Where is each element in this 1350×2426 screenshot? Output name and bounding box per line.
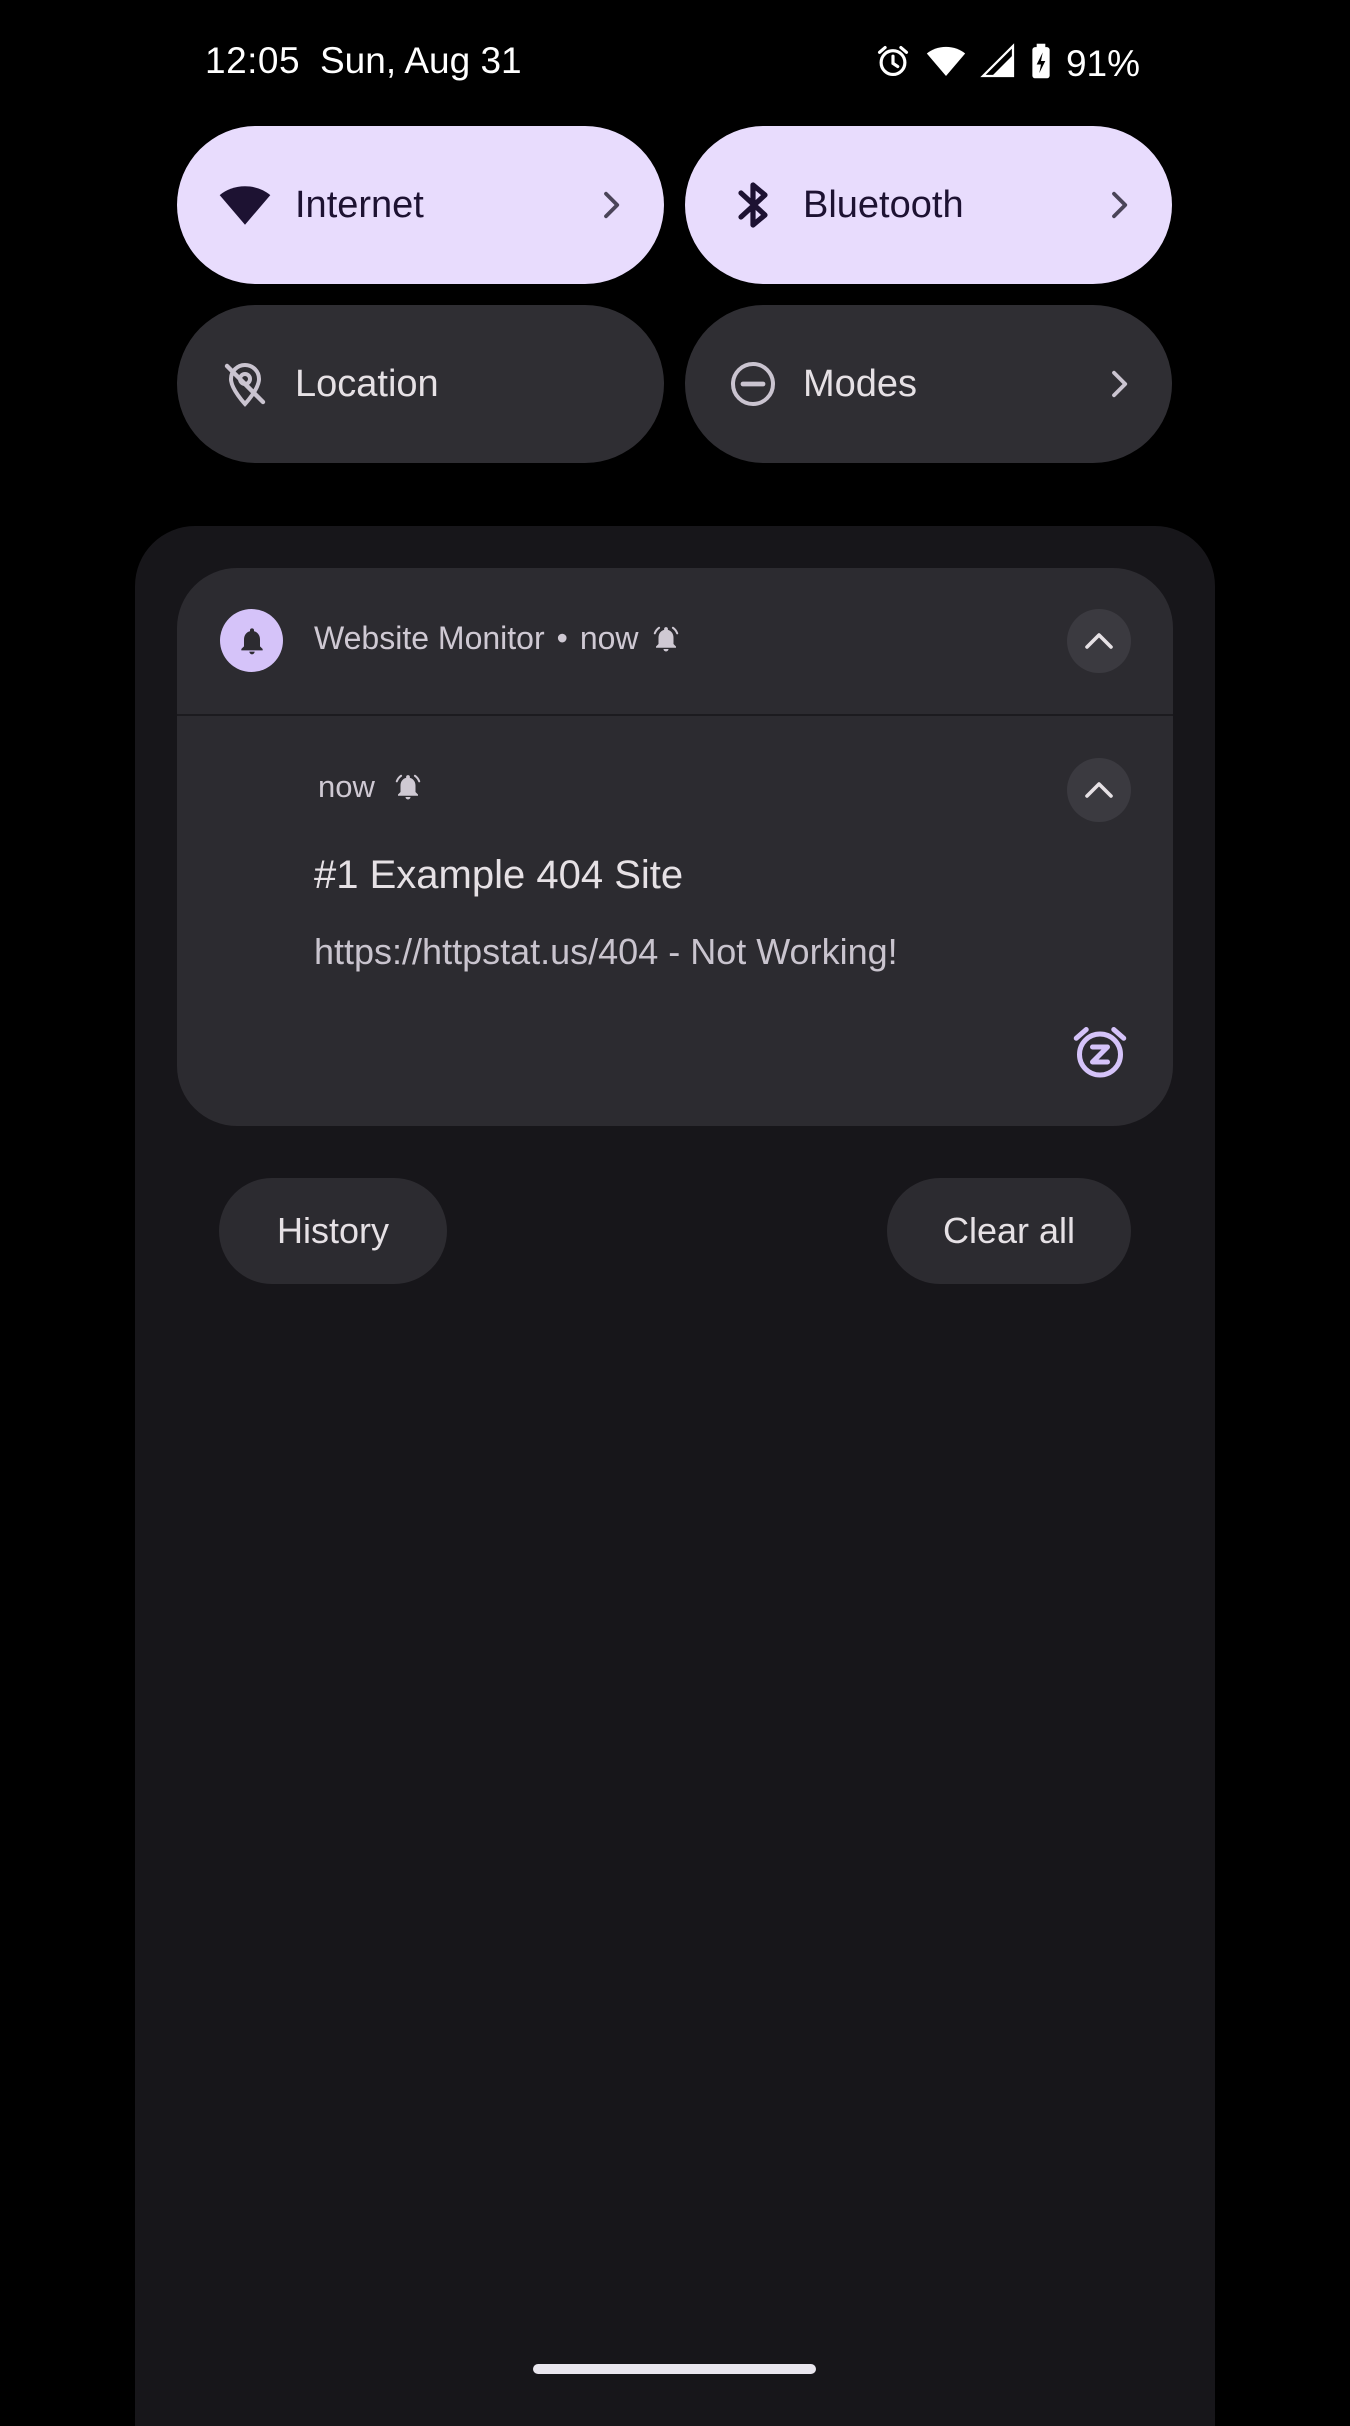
snooze-icon — [1073, 1027, 1127, 1078]
tile-label: Location — [295, 362, 439, 405]
tile-label: Internet — [295, 183, 424, 226]
tile-location[interactable]: Location — [177, 305, 664, 463]
chevron-right-icon — [1112, 370, 1128, 398]
chevron-right-icon — [604, 191, 620, 219]
tile-label: Bluetooth — [803, 183, 964, 226]
alerting-bell-icon — [395, 774, 421, 800]
battery-charging-icon — [1030, 42, 1052, 85]
collapse-notification-button[interactable] — [1067, 758, 1131, 822]
header-time: now — [579, 620, 639, 656]
tile-label: Modes — [803, 362, 918, 405]
child-notification-header: now — [318, 769, 423, 805]
child-time: now — [318, 769, 375, 804]
collapse-group-button[interactable] — [1067, 609, 1131, 673]
header-separator: • — [556, 620, 568, 656]
wifi-icon — [217, 177, 273, 233]
chevron-right-icon — [1112, 191, 1128, 219]
app-icon — [220, 609, 283, 672]
alarm-icon — [874, 42, 912, 85]
clear-all-button[interactable]: Clear all — [887, 1178, 1131, 1284]
notification-card[interactable]: Website Monitor • now now #1 Example 404… — [177, 568, 1173, 1126]
do-not-disturb-icon — [725, 356, 781, 412]
cell-signal-icon — [980, 43, 1016, 84]
snooze-button[interactable] — [1070, 1022, 1130, 1082]
chevron-up-icon — [1085, 782, 1113, 798]
status-icons: 91% — [874, 42, 1140, 85]
tile-modes[interactable]: Modes — [685, 305, 1172, 463]
tile-internet[interactable]: Internet — [177, 126, 664, 284]
location-off-icon — [217, 356, 273, 412]
bell-icon — [240, 627, 263, 654]
notification-header: Website Monitor • now — [314, 620, 681, 657]
notification-body: https://httpstat.us/404 - Not Working! — [314, 931, 898, 972]
bluetooth-icon — [725, 177, 781, 233]
home-gesture-bar[interactable] — [533, 2364, 816, 2374]
chevron-up-icon — [1085, 633, 1113, 649]
notification-title: #1 Example 404 Site — [314, 853, 684, 897]
tile-bluetooth[interactable]: Bluetooth — [685, 126, 1172, 284]
divider — [177, 714, 1173, 716]
battery-percent: 91% — [1065, 42, 1140, 84]
app-name: Website Monitor — [314, 620, 545, 656]
alerting-bell-icon — [653, 626, 678, 651]
wifi-icon — [926, 43, 966, 84]
status-time: 12:05 — [205, 40, 301, 81]
history-button[interactable]: History — [219, 1178, 447, 1284]
status-date: Sun, Aug 31 — [320, 40, 522, 81]
